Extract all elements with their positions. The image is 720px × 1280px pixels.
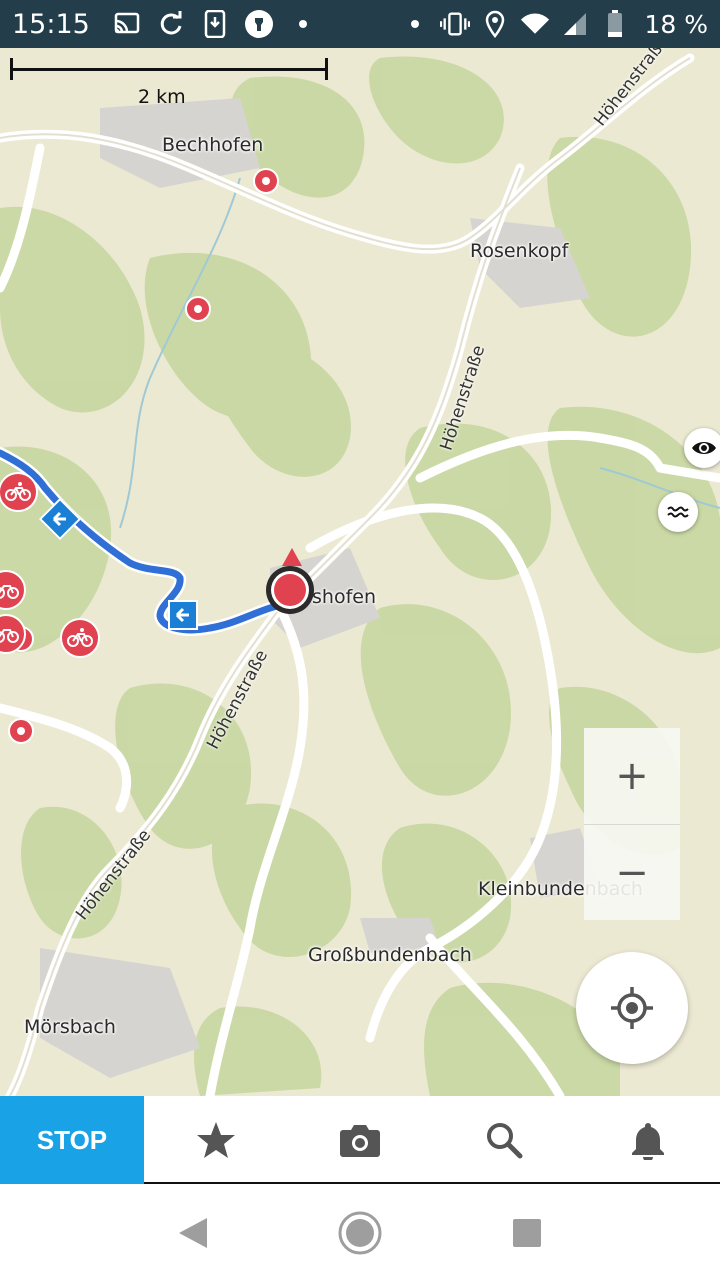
zoom-controls: + − [584,728,680,920]
status-right-group: 18 % [400,9,708,39]
back-button[interactable] [163,1203,223,1263]
poi-marker[interactable] [8,718,34,744]
scale-label: 2 km [138,86,186,108]
notifications-button[interactable] [576,1096,720,1184]
place-bechhofen: Bechhofen [162,134,264,156]
turn-left-icon[interactable] [168,600,198,630]
star-icon [197,1122,235,1158]
vibrate-icon [440,9,471,39]
bike-poi-icon[interactable] [60,618,100,658]
place-grossbundenbach: Großbundenbach [308,944,472,966]
battery-icon [600,9,630,39]
camera-button[interactable] [288,1096,432,1184]
place-moersbach: Mörsbach [24,1016,116,1038]
home-button[interactable] [330,1203,390,1263]
eye-icon[interactable] [684,428,720,468]
crosshair-icon [611,987,653,1029]
recents-icon [512,1219,541,1247]
app-root: 15:15 18 % 2 km Bechhofen Rosenkopf shof… [0,0,720,1280]
map-view[interactable]: 2 km Bechhofen Rosenkopf shofen Kleinbun… [0,48,720,1096]
dot-icon [400,9,430,39]
poi-marker[interactable] [253,168,279,194]
screenshot-icon [200,9,230,39]
back-icon [179,1218,208,1248]
dot-icon [288,9,318,39]
status-bar: 15:15 18 % [0,0,720,48]
location-icon [480,9,510,39]
zoom-out-button[interactable]: − [584,825,680,921]
search-button[interactable] [432,1096,576,1184]
wifi-icon [520,9,550,39]
stop-button[interactable]: STOP [0,1096,144,1184]
system-nav-bar [0,1186,720,1280]
water-icon[interactable] [658,492,698,532]
flashlight-icon [244,9,274,39]
my-location-button[interactable] [576,952,688,1064]
recents-button[interactable] [497,1203,557,1263]
current-location-marker [266,566,314,614]
home-icon [338,1211,382,1255]
status-time: 15:15 [12,8,90,40]
favorites-button[interactable] [144,1096,288,1184]
zoom-in-button[interactable]: + [584,728,680,824]
place-current-town: shofen [312,586,376,608]
scale-bar [10,58,328,80]
cast-icon [112,9,142,39]
poi-marker[interactable] [185,296,211,322]
place-rosenkopf: Rosenkopf [470,240,569,262]
sync-icon [156,9,186,39]
signal-icon [560,9,590,39]
battery-percent: 18 % [644,9,708,39]
search-icon [487,1123,523,1159]
bell-icon [632,1123,664,1160]
camera-icon [340,1125,380,1157]
bottom-toolbar: STOP [0,1096,720,1184]
map-terrain [0,53,720,1096]
